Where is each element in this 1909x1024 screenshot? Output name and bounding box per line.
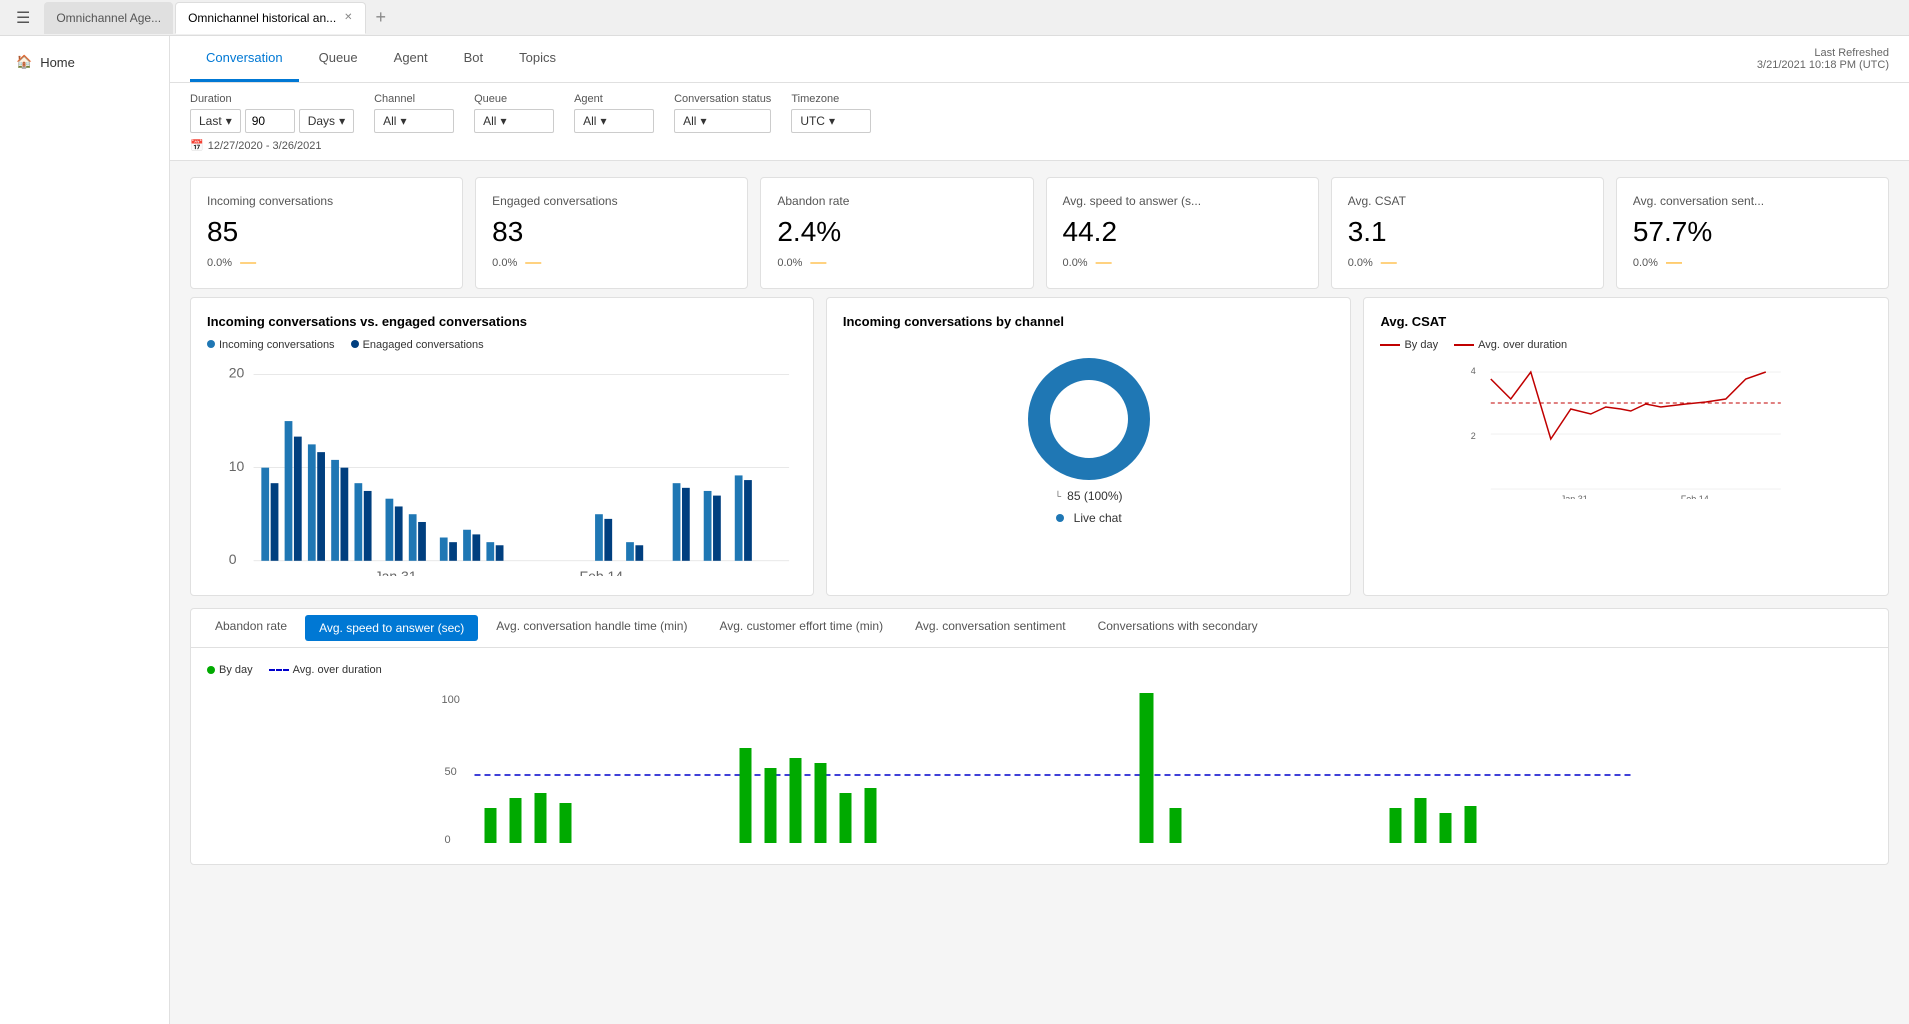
duration-value-input[interactable] (245, 109, 295, 133)
tab-avg-effort[interactable]: Avg. customer effort time (min) (703, 609, 899, 647)
svg-text:Jan 31: Jan 31 (1561, 494, 1588, 499)
sidebar-item-label: Home (40, 55, 75, 70)
svg-text:Feb 14: Feb 14 (1681, 494, 1709, 499)
kpi-card-speed: Avg. speed to answer (s... 44.2 0.0% — (1046, 177, 1319, 289)
agent-select[interactable]: All ▾ (574, 109, 654, 133)
line-chart-svg: 4 2 Jan 31 Feb 14 (1380, 359, 1872, 499)
tab-avg-sentiment[interactable]: Avg. conversation sentiment (899, 609, 1082, 647)
chevron-down-icon: ▾ (700, 114, 706, 128)
chevron-down-icon: ▾ (226, 114, 232, 128)
tab-topics[interactable]: Topics (503, 36, 572, 82)
tab-conversations-secondary[interactable]: Conversations with secondary (1082, 609, 1274, 647)
report-tabs: Conversation Queue Agent Bot Topics (190, 36, 572, 82)
timezone-select[interactable]: UTC ▾ (791, 109, 871, 133)
bottom-bar-chart-svg: 100 50 0 (207, 688, 1872, 848)
chevron-down-icon: ▾ (600, 114, 606, 128)
bottom-tabs: Abandon rate Avg. speed to answer (sec) … (191, 609, 1888, 648)
bottom-chart-area: By day Avg. over duration 100 50 0 (191, 648, 1888, 864)
calendar-icon: 📅 (190, 139, 204, 152)
filters-row: Duration Last ▾ Days ▾ (190, 93, 1889, 133)
main-layout: 🏠 Home Conversation Queue Agent Bot (0, 36, 1909, 1024)
tab-label: Omnichannel historical an... (188, 11, 336, 25)
chevron-down-icon: ▾ (339, 114, 345, 128)
conv-status-filter: Conversation status All ▾ (674, 93, 771, 133)
svg-text:2: 2 (1471, 431, 1476, 441)
add-tab-button[interactable]: + (368, 7, 395, 28)
svg-text:Jan 31: Jan 31 (375, 568, 417, 576)
conv-status-select[interactable]: All ▾ (674, 109, 771, 133)
kpi-section: Incoming conversations 85 0.0% — Engaged… (170, 161, 1909, 297)
svg-text:4: 4 (1471, 366, 1476, 376)
tab-omnichannel-agent[interactable]: Omnichannel Age... (44, 2, 173, 34)
bar-chart-svg: 20 10 0 (207, 359, 797, 576)
bar-chart-area: 20 10 0 (207, 359, 797, 579)
channel-select[interactable]: All ▾ (374, 109, 454, 133)
donut-container: └ 85 (100%) Live chat (843, 339, 1335, 535)
charts-section: Incoming conversations vs. engaged conve… (170, 297, 1909, 608)
hamburger-icon[interactable]: ☰ (4, 8, 42, 28)
svg-text:10: 10 (229, 458, 245, 474)
line-chart-legend: By day Avg. over duration (1380, 339, 1872, 351)
sidebar: 🏠 Home (0, 36, 170, 1024)
chevron-down-icon: ▾ (500, 114, 506, 128)
close-icon[interactable]: ✕ (344, 12, 352, 23)
line-chart-card: Avg. CSAT By day Avg. over duration 4 (1363, 297, 1889, 596)
donut-legend: Live chat (1056, 511, 1122, 525)
svg-text:50: 50 (445, 766, 457, 778)
chevron-down-icon: ▾ (400, 114, 406, 128)
timezone-filter: Timezone UTC ▾ (791, 93, 871, 133)
donut-chart-svg (1019, 349, 1159, 489)
tab-avg-speed[interactable]: Avg. speed to answer (sec) (305, 615, 478, 641)
tab-conversation[interactable]: Conversation (190, 36, 299, 82)
kpi-card-engaged: Engaged conversations 83 0.0% — (475, 177, 748, 289)
tab-omnichannel-historical[interactable]: Omnichannel historical an... ✕ (175, 2, 365, 34)
donut-chart-card: Incoming conversations by channel └ 85 (… (826, 297, 1352, 596)
bar-chart-card: Incoming conversations vs. engaged conve… (190, 297, 814, 596)
kpi-card-sentiment: Avg. conversation sent... 57.7% 0.0% — (1616, 177, 1889, 289)
line-chart-area: 4 2 Jan 31 Feb 14 (1380, 359, 1872, 502)
kpi-card-abandon: Abandon rate 2.4% 0.0% — (760, 177, 1033, 289)
tab-bot[interactable]: Bot (448, 36, 500, 82)
last-refreshed: Last Refreshed 3/21/2021 10:18 PM (UTC) (1757, 39, 1889, 79)
svg-text:20: 20 (229, 365, 245, 381)
tab-bar: ☰ Omnichannel Age... Omnichannel histori… (0, 0, 1909, 36)
queue-select[interactable]: All ▾ (474, 109, 554, 133)
filters-bar: Duration Last ▾ Days ▾ (170, 83, 1909, 161)
content-area: Conversation Queue Agent Bot Topics Last… (170, 36, 1909, 1024)
sidebar-item-home[interactable]: 🏠 Home (0, 44, 169, 80)
chevron-down-icon: ▾ (829, 114, 835, 128)
duration-filter: Duration Last ▾ Days ▾ (190, 93, 354, 133)
agent-filter: Agent All ▾ (574, 93, 654, 133)
home-icon: 🏠 (16, 54, 32, 70)
tab-abandon-rate[interactable]: Abandon rate (199, 609, 303, 647)
date-range: 📅 12/27/2020 - 3/26/2021 (190, 139, 1889, 152)
tab-label: Omnichannel Age... (56, 11, 161, 25)
bottom-bar-chart: 100 50 0 (207, 688, 1872, 848)
svg-text:100: 100 (442, 694, 460, 706)
kpi-card-csat: Avg. CSAT 3.1 0.0% — (1331, 177, 1604, 289)
bottom-section: Abandon rate Avg. speed to answer (sec) … (190, 608, 1889, 865)
tab-queue[interactable]: Queue (303, 36, 374, 82)
svg-text:0: 0 (229, 551, 237, 567)
tab-avg-handle[interactable]: Avg. conversation handle time (min) (480, 609, 703, 647)
report-header: Conversation Queue Agent Bot Topics Last… (170, 36, 1909, 83)
bar-chart-legend: Incoming conversations Enagaged conversa… (207, 339, 797, 351)
duration-preset-select[interactable]: Last ▾ (190, 109, 241, 133)
queue-filter: Queue All ▾ (474, 93, 554, 133)
channel-filter: Channel All ▾ (374, 93, 454, 133)
svg-text:0: 0 (445, 834, 451, 846)
duration-unit-select[interactable]: Days ▾ (299, 109, 354, 133)
svg-text:Feb 14: Feb 14 (580, 568, 624, 576)
bottom-legend: By day Avg. over duration (207, 664, 1872, 676)
kpi-card-incoming: Incoming conversations 85 0.0% — (190, 177, 463, 289)
tab-agent[interactable]: Agent (378, 36, 444, 82)
